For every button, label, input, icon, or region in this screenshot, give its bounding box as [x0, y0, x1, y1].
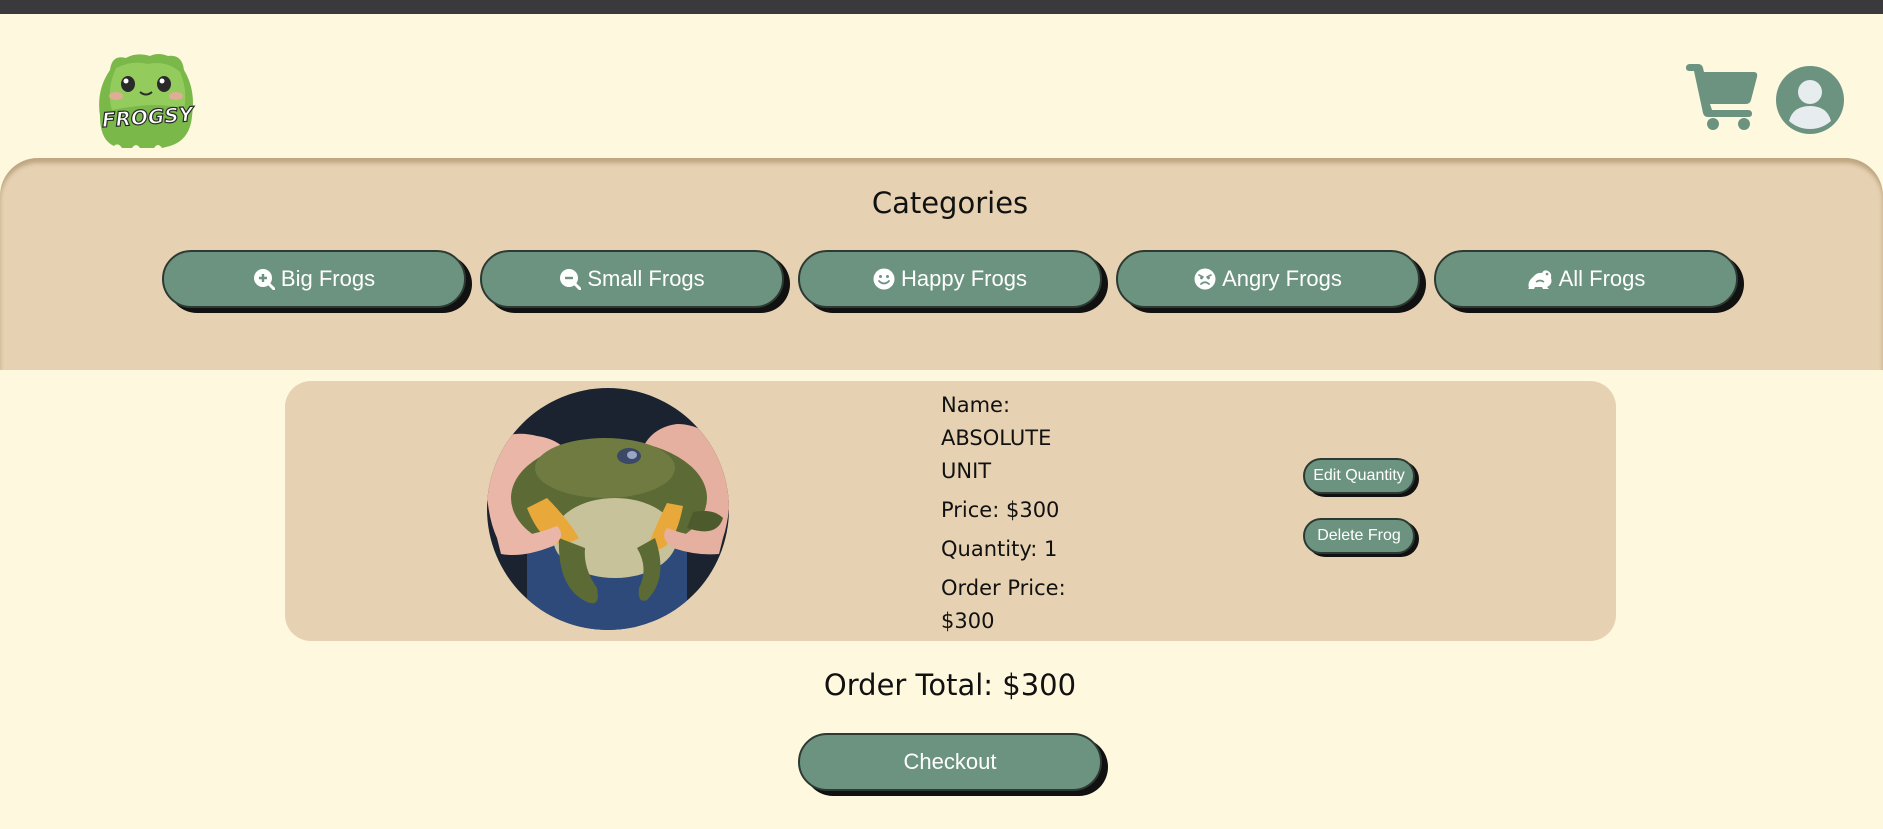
delete-frog-button[interactable]: Delete Frog	[1303, 518, 1415, 554]
categories-title: Categories	[871, 186, 1029, 220]
order-item-card: Name: ABSOLUTE UNIT Price: $300 Quantity…	[285, 381, 1616, 641]
user-profile-icon[interactable]	[1776, 66, 1844, 134]
item-name-value-line2: UNIT	[941, 459, 992, 483]
category-big-frogs-button[interactable]: Big Frogs	[162, 250, 466, 308]
browser-top-bar	[0, 0, 1883, 14]
smile-icon	[873, 268, 895, 290]
category-angry-frogs-button[interactable]: Angry Frogs	[1116, 250, 1420, 308]
category-label: Small Frogs	[587, 266, 705, 291]
edit-quantity-button[interactable]: Edit Quantity	[1303, 458, 1415, 494]
magnifier-plus-icon	[253, 269, 275, 290]
category-happy-frogs-button[interactable]: Happy Frogs	[798, 250, 1102, 308]
frogsy-logo[interactable]: FROGSY	[92, 50, 202, 150]
frog-product-image	[487, 388, 729, 630]
item-price: Price: $300	[941, 498, 1060, 522]
item-order-price: Order Price: $300	[941, 572, 1101, 638]
angry-face-icon	[1194, 268, 1216, 290]
category-small-frogs-button[interactable]: Small Frogs	[480, 250, 784, 308]
order-price-label: Order Price:	[941, 576, 1066, 600]
item-name-label: Name:	[941, 393, 1011, 417]
item-name-value-line1: ABSOLUTE	[941, 426, 1052, 450]
category-label: Angry Frogs	[1222, 266, 1342, 291]
order-price-value: $300	[941, 609, 995, 633]
shopping-cart-icon[interactable]	[1686, 64, 1758, 130]
item-name: Name: ABSOLUTE UNIT	[941, 389, 1101, 488]
checkout-button[interactable]: Checkout	[798, 733, 1102, 791]
order-item-details: Name: ABSOLUTE UNIT Price: $300 Quantity…	[941, 389, 1101, 644]
category-all-frogs-button[interactable]: All Frogs	[1434, 250, 1738, 308]
category-label: Big Frogs	[280, 266, 376, 291]
category-label: Happy Frogs	[901, 266, 1027, 291]
magnifier-minus-icon	[560, 269, 582, 290]
order-total: Order Total: $300	[823, 668, 1077, 702]
frog-icon	[1527, 270, 1552, 289]
item-quantity: Quantity: 1	[941, 537, 1058, 561]
category-label: All Frogs	[1558, 266, 1646, 291]
categories-section: Categories Big Frogs Small Frogs Happy F…	[0, 158, 1883, 370]
